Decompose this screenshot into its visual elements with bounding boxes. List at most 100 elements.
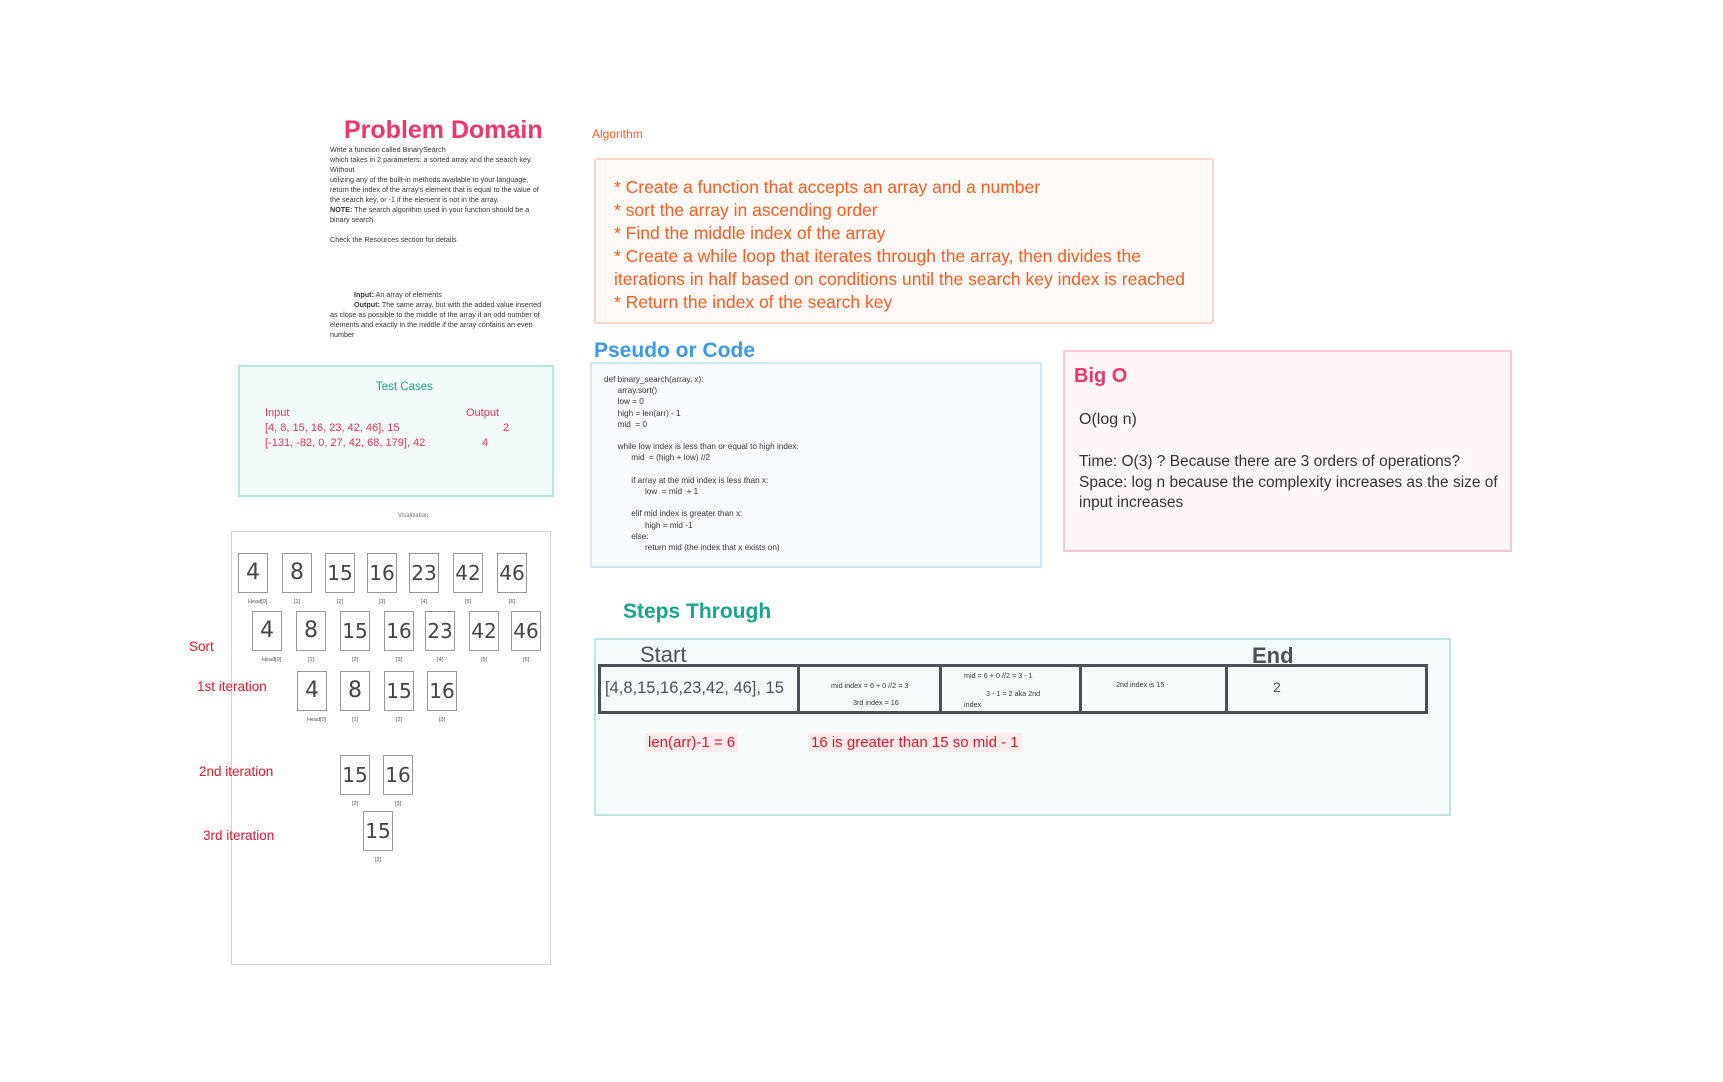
big-o-explanation: Time: O(3) ? Because there are 3 orders … [1079, 452, 1519, 514]
step-second-line1: mid = 6 + 0 //2 = 3 - 1 [964, 671, 1033, 680]
input-text: An array of elements [373, 290, 442, 299]
digit-card: 15 [340, 611, 370, 651]
test-case-input: [4, 8, 15, 16, 23, 42, 46], 15 [265, 422, 400, 434]
note-line: NOTE: The search algorithm used in your … [330, 205, 555, 215]
index-label: [3] [439, 717, 446, 723]
output-line: number [330, 330, 355, 339]
note-text: The search algorithm used in your functi… [352, 205, 530, 214]
description-line: utilizing any of the built-in methods av… [330, 175, 529, 184]
index-label: Head[0] [248, 599, 268, 605]
big-o-box [1063, 350, 1512, 552]
digit-card: 15 [384, 671, 414, 711]
digit-card: 42 [453, 553, 483, 593]
digit-card: 16 [427, 671, 457, 711]
step-first-line2: 3rd index = 16 [853, 698, 899, 707]
space-complexity-cont: input increases [1079, 494, 1184, 511]
problem-domain-description: Write a function called BinarySearch whi… [330, 145, 555, 245]
len-note: len(arr)-1 = 6 [645, 733, 739, 752]
input-label: Input: [354, 290, 374, 299]
digit-card: 15 [340, 755, 370, 795]
visualization-frame [231, 531, 551, 965]
index-label: [3] [396, 657, 403, 663]
algorithm-label: Algorithm [592, 127, 643, 141]
test-case-output: 4 [482, 437, 489, 449]
output-line: elements and exactly in the middle if th… [330, 320, 533, 329]
step-input: [4,8,15,16,23,42, 46], 15 [605, 679, 784, 697]
first-iteration-label: 1st iteration [197, 679, 267, 694]
index-label: [6] [509, 599, 516, 605]
output-label: Output: [354, 300, 380, 309]
digit-card: 4 [297, 671, 327, 711]
test-case-input: [-131, -82, 0, 27, 42, 68, 179], 42 [265, 437, 426, 449]
test-case-output: 2 [503, 422, 510, 434]
digit-card: 16 [384, 611, 414, 651]
index-label: Head[0] [307, 717, 327, 723]
problem-domain-io: Input: An array of elements Output: The … [330, 290, 560, 340]
step-result: 2 [1273, 679, 1281, 695]
space-complexity: Space: log n because the complexity incr… [1079, 473, 1498, 491]
step-second-line3: index [964, 700, 982, 709]
output-header: Output [466, 407, 500, 419]
description-line: the search key, or -1 if the element is … [330, 195, 499, 204]
note-label: NOTE: [330, 205, 353, 214]
sort-label: Sort [189, 639, 214, 654]
input-header: Input [265, 407, 290, 419]
index-label: [4] [421, 599, 428, 605]
third-iteration-label: 3rd iteration [203, 828, 275, 843]
digit-card: 46 [497, 553, 527, 593]
big-o-title: Big O [1074, 365, 1128, 387]
digit-card: 42 [469, 611, 499, 651]
index-label: [1] [308, 657, 315, 663]
index-label: Head[0] [262, 657, 282, 663]
problem-domain-title: Problem Domain [344, 116, 543, 144]
digit-card: 23 [425, 611, 455, 651]
index-label: [6] [523, 657, 530, 663]
pseudo-code-title: Pseudo or Code [594, 339, 756, 362]
description-line: Write a function called BinarySearch [330, 145, 446, 154]
resources-text: Check the Resources section for details [330, 235, 457, 244]
test-cases-title: Test Cases [376, 381, 433, 393]
step-third-text: 2nd index is 15 [1116, 680, 1165, 689]
step-first-line1: mid index = 6 + 0 //2 = 3 [831, 681, 909, 690]
index-label: [5] [465, 599, 472, 605]
steps-through-title: Steps Through [623, 600, 772, 623]
digit-card: 23 [409, 553, 439, 593]
digit-card: 8 [282, 553, 312, 593]
digit-card: 8 [296, 611, 326, 651]
index-label: [2] [352, 801, 359, 807]
second-iteration-label: 2nd iteration [199, 764, 274, 779]
step-cell-input: [4,8,15,16,23,42, 46], 15 [601, 667, 800, 711]
index-label: [3] [379, 599, 386, 605]
visualization-label: Visalization [398, 513, 429, 519]
algorithm-step: * Create a while loop that iterates thro… [614, 246, 1141, 266]
description-line: return the index of the array's element … [330, 185, 539, 194]
pseudo-code-box: def binary_search(array, x): array.sort(… [590, 362, 1042, 568]
digit-card: 16 [383, 755, 413, 795]
comparison-note: 16 is greater than 15 so mid - 1 [808, 733, 1022, 752]
digit-card: 4 [238, 553, 268, 593]
step-cell-result: 2 [1228, 667, 1425, 711]
index-label: [2] [337, 599, 344, 605]
index-label: [4] [437, 657, 444, 663]
digit-card: 16 [367, 553, 397, 593]
index-label: [2] [396, 717, 403, 723]
time-complexity: Time: O(3) ? Because there are 3 orders … [1079, 453, 1461, 470]
description-line: Without [330, 165, 355, 174]
index-label: [5] [481, 657, 488, 663]
digit-card: 15 [325, 553, 355, 593]
description-line: which takes in 2 parameters: a sorted ar… [330, 155, 533, 164]
algorithm-step: * Return the index of the search key [614, 292, 893, 312]
algorithm-step: iterations in half based on conditions u… [614, 269, 1186, 289]
big-o-complexity: O(log n) [1079, 411, 1137, 428]
pseudo-code-text: def binary_search(array, x): array.sort(… [604, 375, 799, 553]
algorithm-step: * Create a function that accepts an arra… [614, 177, 1041, 197]
algorithm-step: * Find the middle index of the array [614, 223, 886, 243]
step-cell-second: mid = 6 + 0 //2 = 3 - 1 3 - 1 = 2 aka 2n… [942, 667, 1082, 711]
note-line-2: binary search. [330, 215, 376, 224]
index-label: [3] [395, 801, 402, 807]
output-line: as close as possible to the middle of th… [330, 310, 540, 319]
digit-card: 15 [363, 811, 393, 851]
index-label: [2] [375, 857, 382, 863]
index-label: [1] [294, 599, 301, 605]
step-cell-third: 2nd index is 15 [1082, 667, 1228, 711]
